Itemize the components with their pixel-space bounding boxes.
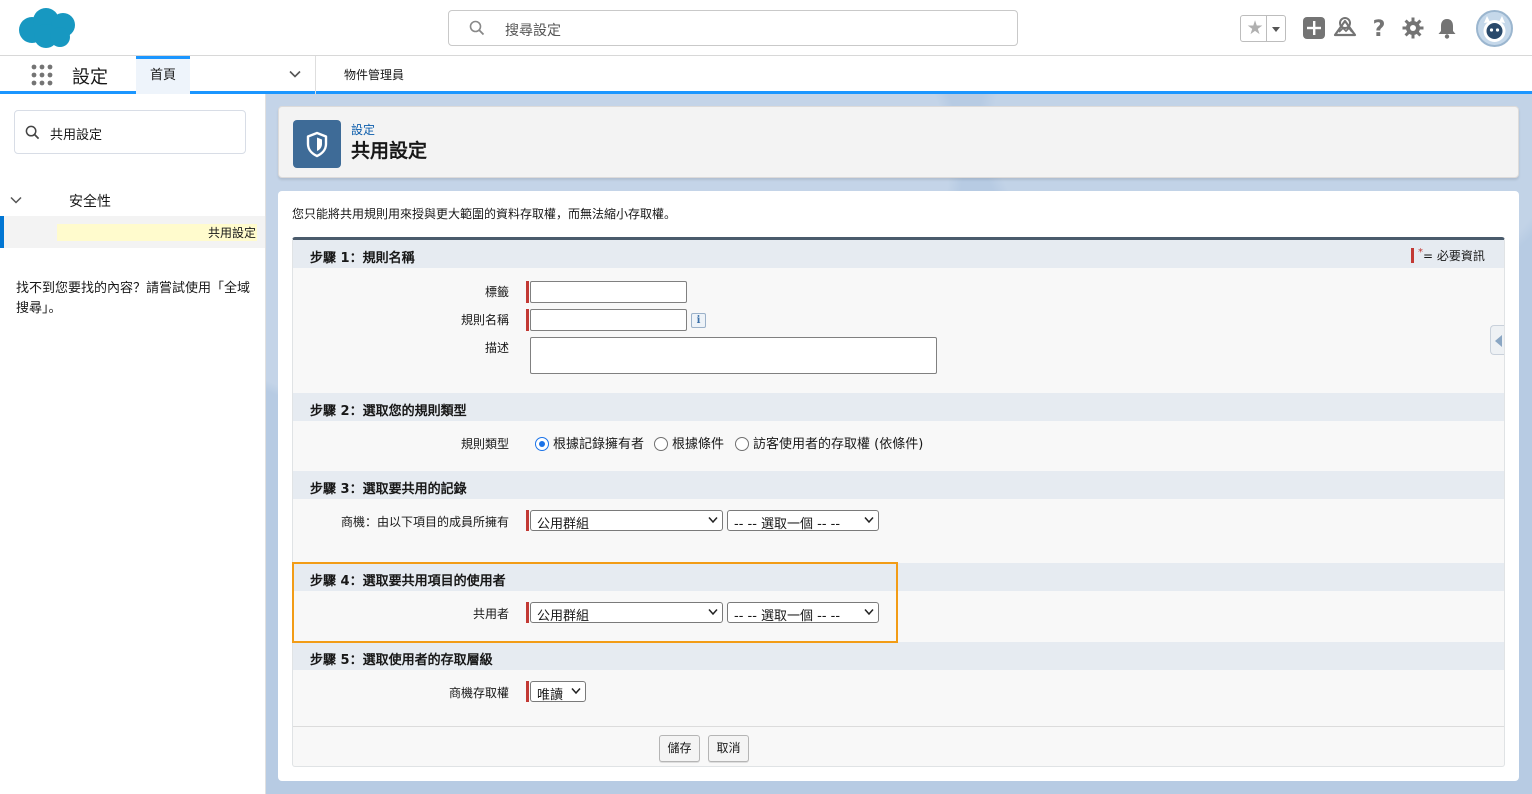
required-indicator (526, 309, 529, 331)
access-level-label: 商機存取權 (448, 686, 509, 700)
owned-by-label: 商機：由以下項目的成員所擁有 (340, 515, 509, 529)
access-level-select[interactable]: 唯讀 (530, 681, 586, 703)
required-indicator (526, 281, 529, 303)
app-nav-bar: 設定 首頁 物件管理員 (0, 56, 1532, 94)
step1-title: 步驟 1：規則名稱 (310, 251, 415, 266)
step2-title: 步驟 2：選取您的規則類型 (310, 404, 467, 419)
required-legend-text: = 必要資訊 (1423, 249, 1485, 263)
page-header-icon (293, 120, 341, 168)
chevron-down-icon[interactable] (10, 194, 22, 206)
access-level-value: 唯讀 (537, 688, 564, 703)
quick-find-value: 共用設定 (50, 128, 103, 143)
rule-name-input[interactable] (530, 309, 687, 331)
info-icon[interactable]: i (691, 313, 706, 328)
chevron-down-icon (708, 517, 718, 524)
divider (293, 726, 1504, 727)
favorite-star-icon[interactable]: ★ (1243, 16, 1267, 41)
svg-text:?: ? (1373, 17, 1386, 40)
radio-guest[interactable] (735, 437, 749, 451)
quick-find-input[interactable]: 共用設定 (14, 110, 246, 154)
step5-header: 步驟 5：選取使用者的存取層級 (293, 642, 1504, 670)
step2-header: 步驟 2：選取您的規則類型 (293, 393, 1504, 421)
radio-criteria[interactable] (654, 437, 668, 451)
owned-by-type-select[interactable]: 公用群組 (530, 510, 723, 532)
add-icon[interactable] (1302, 16, 1326, 40)
radio-owner[interactable] (535, 437, 549, 451)
tab-home[interactable]: 首頁 (136, 56, 190, 94)
favorites-button[interactable]: ★ (1240, 15, 1286, 42)
intro-text: 您只能將共用規則用來授與更大範圍的資料存取權，而無法縮小存取權。 (292, 207, 677, 221)
gear-icon[interactable] (1401, 16, 1425, 40)
tab-object-manager-label: 物件管理員 (343, 68, 404, 82)
save-button[interactable]: 儲存 (659, 735, 700, 762)
rule-name-label: 規則名稱 (460, 313, 509, 327)
step4-highlight (292, 562, 898, 643)
radio-criteria-label[interactable]: 根據條件 (672, 433, 724, 452)
radio-guest-label[interactable]: 訪客使用者的存取權 (依條件) (753, 433, 923, 452)
tree-node-security-label: 安全性 (69, 194, 111, 210)
trailhead-icon[interactable] (1333, 16, 1357, 40)
chevron-down-icon (571, 688, 581, 695)
label-field-label: 標籤 (484, 285, 509, 299)
owned-by-value-value: -- -- 選取一個 -- -- (734, 517, 841, 532)
astro-avatar-icon (1483, 16, 1506, 42)
step3-title: 步驟 3：選取要共用的記錄 (310, 482, 467, 497)
tree-item-sharing-settings[interactable]: 共用設定 (0, 216, 265, 248)
required-indicator (526, 681, 529, 702)
global-search-placeholder: 搜尋設定 (505, 23, 561, 39)
required-indicator (1411, 248, 1414, 263)
global-header: 搜尋設定 ★ ? (0, 0, 1532, 56)
search-icon (469, 20, 485, 36)
required-legend: *= 必要資訊 (1411, 247, 1485, 264)
cancel-button[interactable]: 取消 (708, 735, 749, 762)
bell-icon[interactable] (1435, 16, 1459, 40)
owned-by-type-value: 公用群組 (537, 517, 590, 532)
step3-header: 步驟 3：選取要共用的記錄 (293, 471, 1504, 499)
rule-type-label: 規則類型 (460, 437, 509, 451)
search-icon (25, 125, 40, 140)
description-textarea[interactable] (530, 337, 937, 374)
app-title: 設定 (72, 67, 108, 88)
step1-header: 步驟 1：規則名稱 *= 必要資訊 (293, 240, 1504, 268)
owned-by-value-select[interactable]: -- -- 選取一個 -- -- (727, 510, 879, 532)
page-header: 設定 共用設定 (278, 106, 1519, 178)
description-label: 描述 (484, 341, 509, 355)
sharing-rule-form: 步驟 1：規則名稱 *= 必要資訊 標籤 規則名稱 i 描述 步驟 2：選取您的… (292, 237, 1505, 767)
avatar[interactable] (1476, 10, 1513, 47)
radio-owner-label[interactable]: 根據記錄擁有者 (553, 433, 644, 452)
step5-title: 步驟 5：選取使用者的存取層級 (310, 653, 493, 668)
tree-item-sharing-settings-label: 共用設定 (57, 224, 257, 241)
side-panel-toggle[interactable] (1490, 325, 1504, 355)
main-content: 您只能將共用規則用來授與更大範圍的資料存取權，而無法縮小存取權。 步驟 1：規則… (278, 191, 1519, 781)
required-indicator (526, 510, 529, 531)
page-title: 共用設定 (351, 140, 428, 162)
label-input[interactable] (530, 281, 687, 303)
favorites-dropdown-icon[interactable] (1266, 16, 1285, 41)
setup-sidebar: 共用設定 安全性 共用設定 找不到您要找的內容？請嘗試使用「全域搜尋」。 (0, 94, 266, 794)
global-search-input[interactable]: 搜尋設定 (448, 10, 1018, 46)
app-launcher-icon[interactable] (30, 63, 54, 87)
chevron-down-icon (864, 517, 874, 524)
chevron-down-icon[interactable] (289, 68, 301, 80)
shield-icon (306, 131, 328, 158)
help-icon[interactable]: ? (1367, 16, 1391, 40)
salesforce-cloud-logo[interactable] (16, 6, 78, 50)
sidebar-help-text: 找不到您要找的內容？請嘗試使用「全域搜尋」。 (16, 281, 251, 316)
tab-object-manager[interactable]: 物件管理員 (190, 56, 404, 94)
